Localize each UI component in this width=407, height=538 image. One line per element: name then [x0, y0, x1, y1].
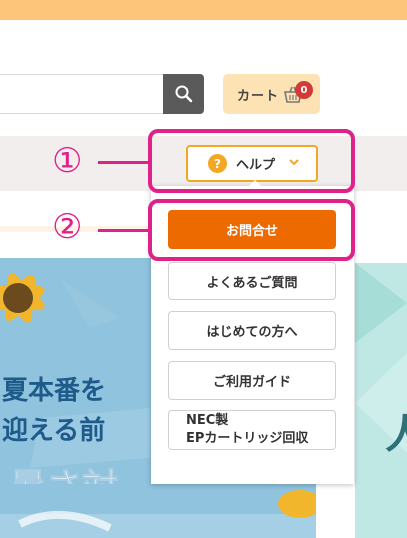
- cart-count-badge: 0: [295, 81, 313, 99]
- menu-item-cartridge-recycling[interactable]: NEC製 EPカートリッジ回収: [168, 410, 336, 450]
- menu-item-recycling-text: NEC製 EPカートリッジ回収: [186, 412, 308, 448]
- search-button[interactable]: [163, 74, 204, 114]
- svg-text:人: 人: [385, 412, 407, 458]
- menu-item-first-time[interactable]: はじめての方へ: [168, 311, 336, 350]
- banner-right[interactable]: 人: [355, 263, 407, 538]
- banner-lower[interactable]: [0, 484, 316, 538]
- banner-text-line1: 夏本番を: [2, 376, 107, 406]
- highlight-box-contact: [148, 199, 355, 261]
- top-bar: [0, 0, 407, 20]
- callout-number-2: ②: [52, 207, 83, 247]
- recycling-label-line1: NEC製: [186, 413, 229, 428]
- banner-text-line2: 迎える前: [2, 416, 106, 446]
- menu-item-guide[interactable]: ご利用ガイド: [168, 361, 336, 400]
- search-icon: [175, 85, 192, 103]
- callout-line-2: [98, 229, 148, 232]
- cart-button[interactable]: カート 0: [223, 74, 320, 114]
- callout-line-1: [98, 161, 148, 164]
- recycling-label-line2: EPカートリッジ回収: [186, 431, 309, 446]
- callout-number-1: ①: [52, 141, 83, 181]
- banner-right-pattern: 人: [355, 263, 407, 458]
- highlight-box-help: [148, 129, 355, 193]
- search-input[interactable]: [0, 74, 164, 114]
- menu-item-faq[interactable]: よくあるご質問: [168, 262, 336, 300]
- cart-label: カート: [237, 88, 280, 104]
- banner-lower-decoration: [0, 490, 316, 538]
